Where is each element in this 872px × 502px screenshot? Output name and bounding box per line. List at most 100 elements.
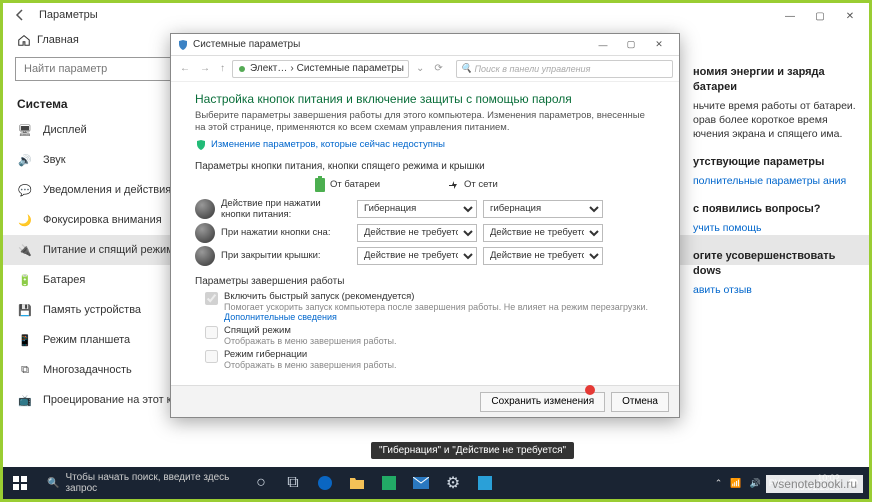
breadcrumb[interactable]: Элект…› Системные параметры [232, 60, 409, 78]
notify-icon: 💬 [17, 182, 33, 198]
sidebar-item-label: Уведомления и действия [43, 184, 171, 196]
row-icon [195, 246, 215, 266]
tray-up-icon[interactable]: ⌃ [715, 478, 723, 489]
section2-heading: Параметры завершения работы [195, 276, 655, 287]
taskview-icon[interactable]: ⧉ [277, 467, 309, 499]
power-icon: 🔌 [17, 242, 33, 258]
rp-h1: номия энергии и заряда батареи [693, 65, 863, 95]
rp-link-help[interactable]: учить помощь [693, 222, 761, 234]
column-headers: От батареи От сети [315, 178, 655, 192]
search-icon: 🔍 [461, 63, 472, 74]
select-battery[interactable]: Действие не требуется [357, 247, 477, 265]
annotation-dot [585, 385, 595, 395]
focus-icon: 🌙 [17, 212, 33, 228]
right-panel: номия энергии и заряда батареи ньчите вре… [693, 65, 863, 311]
chevron-down-icon[interactable]: ⌄ [413, 63, 427, 74]
taskbar-search[interactable]: 🔍Чтобы начать поиск, введите здесь запро… [41, 471, 241, 495]
plug-icon [237, 64, 247, 74]
chk-hibernate[interactable]: Режим гибернацииОтображать в меню заверш… [205, 349, 655, 370]
settings-title: Параметры [39, 9, 861, 21]
row-label: При нажатии кнопки сна: [221, 227, 351, 238]
admin-link-row: Изменение параметров, которые сейчас нед… [195, 139, 655, 151]
select-battery[interactable]: Действие не требуется [357, 224, 477, 242]
mail-icon[interactable] [405, 467, 437, 499]
folder-icon[interactable] [341, 467, 373, 499]
cancel-button[interactable]: Отмена [611, 392, 669, 412]
nav-back-icon[interactable]: ← [177, 63, 193, 74]
row-label: Действие при нажатии кнопки питания: [221, 198, 351, 220]
addr-search[interactable]: 🔍 Поиск в панели управления [456, 60, 673, 78]
power-row-0: Действие при нажатии кнопки питания: Гибе… [195, 198, 655, 220]
home-label: Главная [37, 34, 79, 46]
back-icon[interactable] [11, 6, 29, 24]
sidebar-item-label: Батарея [43, 274, 85, 286]
storage-icon: 💾 [17, 302, 33, 318]
sidebar-item-label: Режим планшета [43, 334, 130, 346]
minimize-icon[interactable]: — [775, 7, 805, 25]
tray-vol-icon[interactable]: 🔊 [749, 478, 760, 489]
tooltip: "Гибернация" и "Действие не требуется" [371, 442, 574, 459]
start-button[interactable] [3, 467, 37, 499]
control-panel-dialog: Системные параметры — ▢ ✕ ← → ↑ Элект…› … [170, 33, 680, 418]
page-heading: Настройка кнопок питания и включение защ… [195, 92, 655, 106]
battery-icon [315, 178, 325, 192]
sidebar-item-label: Память устройства [43, 304, 141, 316]
nav-up-icon[interactable]: ↑ [217, 63, 228, 74]
search-icon: 🔍 [47, 478, 59, 489]
maximize-icon[interactable]: ▢ [805, 7, 835, 25]
edge-icon[interactable] [309, 467, 341, 499]
store-icon[interactable] [373, 467, 405, 499]
dialog-footer: Сохранить изменения Отмена [171, 385, 679, 417]
home-icon [17, 33, 31, 47]
rp-link-power[interactable]: полнительные параметры ания [693, 175, 846, 187]
uac-shield-icon [195, 139, 207, 151]
cortana-icon[interactable]: ○ [245, 467, 277, 499]
close-icon[interactable]: ✕ [835, 7, 865, 25]
tray-net-icon[interactable]: 📶 [730, 478, 741, 489]
sidebar-item-label: Многозадачность [43, 364, 132, 376]
taskbar: 🔍Чтобы начать поиск, введите здесь запро… [3, 467, 869, 499]
dlg-maximize-icon[interactable]: ▢ [617, 36, 645, 54]
row-icon [195, 223, 215, 243]
window-buttons: — ▢ ✕ [775, 7, 865, 25]
page-sub: Выберите параметры завершения работы для… [195, 110, 655, 135]
dialog-title: Системные параметры [193, 39, 589, 50]
dlg-close-icon[interactable]: ✕ [645, 36, 673, 54]
nav-fwd-icon[interactable]: → [197, 63, 213, 74]
gear-icon[interactable]: ⚙ [437, 467, 469, 499]
settings-titlebar: Параметры [3, 3, 869, 27]
search-input[interactable]: Найти параметр [15, 57, 175, 81]
rp-h4: огите усовершенствовать dows [693, 249, 863, 279]
snip-icon[interactable] [469, 467, 501, 499]
sound-icon: 🔊 [17, 152, 33, 168]
more-info-link[interactable]: Дополнительные сведения [224, 312, 337, 322]
dialog-titlebar: Системные параметры — ▢ ✕ [171, 34, 679, 56]
battery-icon: 🔋 [17, 272, 33, 288]
sidebar-item-label: Фокусировка внимания [43, 214, 162, 226]
project-icon: 📺 [17, 392, 33, 408]
rp-h2: утствующие параметры [693, 155, 863, 170]
sidebar-item-label: Дисплей [43, 124, 87, 136]
select-ac[interactable]: Действие не требуется [483, 247, 603, 265]
chk-faststart[interactable]: Включить быстрый запуск (рекомендуется)П… [205, 291, 655, 322]
ac-plug-icon [447, 179, 459, 191]
shutdown-section: Параметры завершения работы Включить быс… [195, 276, 655, 370]
rp-p1: ньчите время работы от батареи. орав бол… [693, 99, 863, 142]
row-icon [195, 199, 215, 219]
rp-link-feedback[interactable]: авить отзыв [693, 284, 752, 296]
select-ac[interactable]: гибернация [483, 200, 603, 218]
refresh-icon[interactable]: ⟳ [431, 63, 445, 74]
rp-h3: с появились вопросы? [693, 202, 863, 217]
dlg-minimize-icon[interactable]: — [589, 36, 617, 54]
section1-heading: Параметры кнопки питания, кнопки спящего… [195, 161, 655, 172]
chk-sleep[interactable]: Спящий режимОтображать в меню завершения… [205, 325, 655, 346]
admin-link[interactable]: Изменение параметров, которые сейчас нед… [211, 139, 445, 150]
watermark: vsenotebooki.ru [766, 475, 863, 493]
row-label: При закрытии крышки: [221, 250, 351, 261]
select-ac[interactable]: Действие не требуется [483, 224, 603, 242]
select-battery[interactable]: Гибернация [357, 200, 477, 218]
shield-icon [177, 39, 189, 51]
power-row-2: При закрытии крышки: Действие не требуетс… [195, 246, 655, 266]
save-button[interactable]: Сохранить изменения [480, 392, 605, 412]
power-row-1: При нажатии кнопки сна: Действие не требу… [195, 223, 655, 243]
